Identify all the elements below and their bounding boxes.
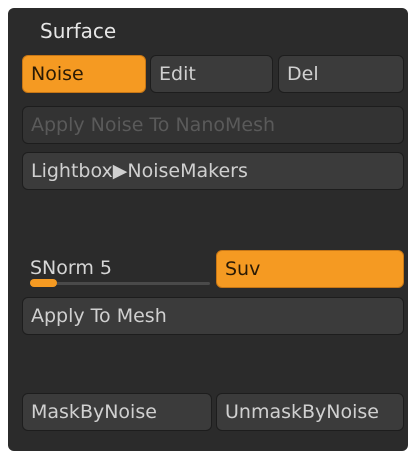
noise-button[interactable]: Noise <box>22 55 146 93</box>
del-button[interactable]: Del <box>278 55 404 93</box>
snorm-slider-track[interactable] <box>30 282 210 285</box>
surface-panel-header[interactable]: Surface <box>8 8 408 46</box>
apply-noise-to-nanomesh-button[interactable]: Apply Noise To NanoMesh <box>22 106 404 144</box>
edit-button[interactable]: Edit <box>150 55 273 93</box>
snorm-slider-label: SNorm 5 <box>30 257 113 279</box>
panel-title: Surface <box>40 19 117 43</box>
snorm-slider-handle[interactable] <box>30 279 57 287</box>
mask-by-noise-button[interactable]: MaskByNoise <box>22 393 212 431</box>
lightbox-noisemakers-button[interactable]: Lightbox▶NoiseMakers <box>22 152 404 190</box>
apply-to-mesh-button[interactable]: Apply To Mesh <box>22 297 404 335</box>
suv-button[interactable]: Suv <box>216 250 404 288</box>
unmask-by-noise-button[interactable]: UnmaskByNoise <box>216 393 404 431</box>
